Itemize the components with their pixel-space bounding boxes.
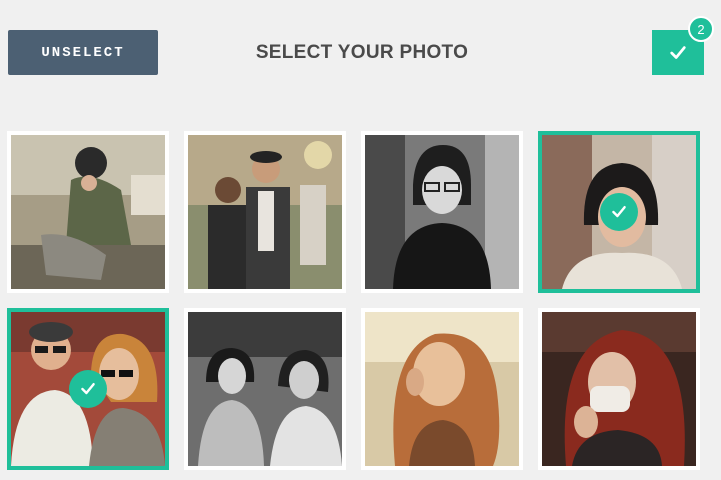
photo-image [188,312,342,466]
photo-tile[interactable] [538,131,700,293]
photo-tile[interactable] [7,131,169,293]
selected-check-icon [600,193,638,231]
photo-grid [0,0,721,480]
photo-image [11,135,165,289]
selected-check-icon [69,370,107,408]
photo-image [542,312,696,466]
photo-tile[interactable] [538,308,700,470]
photo-tile[interactable] [7,308,169,470]
photo-image [188,135,342,289]
photo-tile[interactable] [184,131,346,293]
photo-image [365,312,519,466]
photo-image [365,135,519,289]
photo-tile[interactable] [184,308,346,470]
photo-image [11,312,165,466]
photo-tile[interactable] [361,308,523,470]
photo-tile[interactable] [361,131,523,293]
photo-image [542,135,696,289]
